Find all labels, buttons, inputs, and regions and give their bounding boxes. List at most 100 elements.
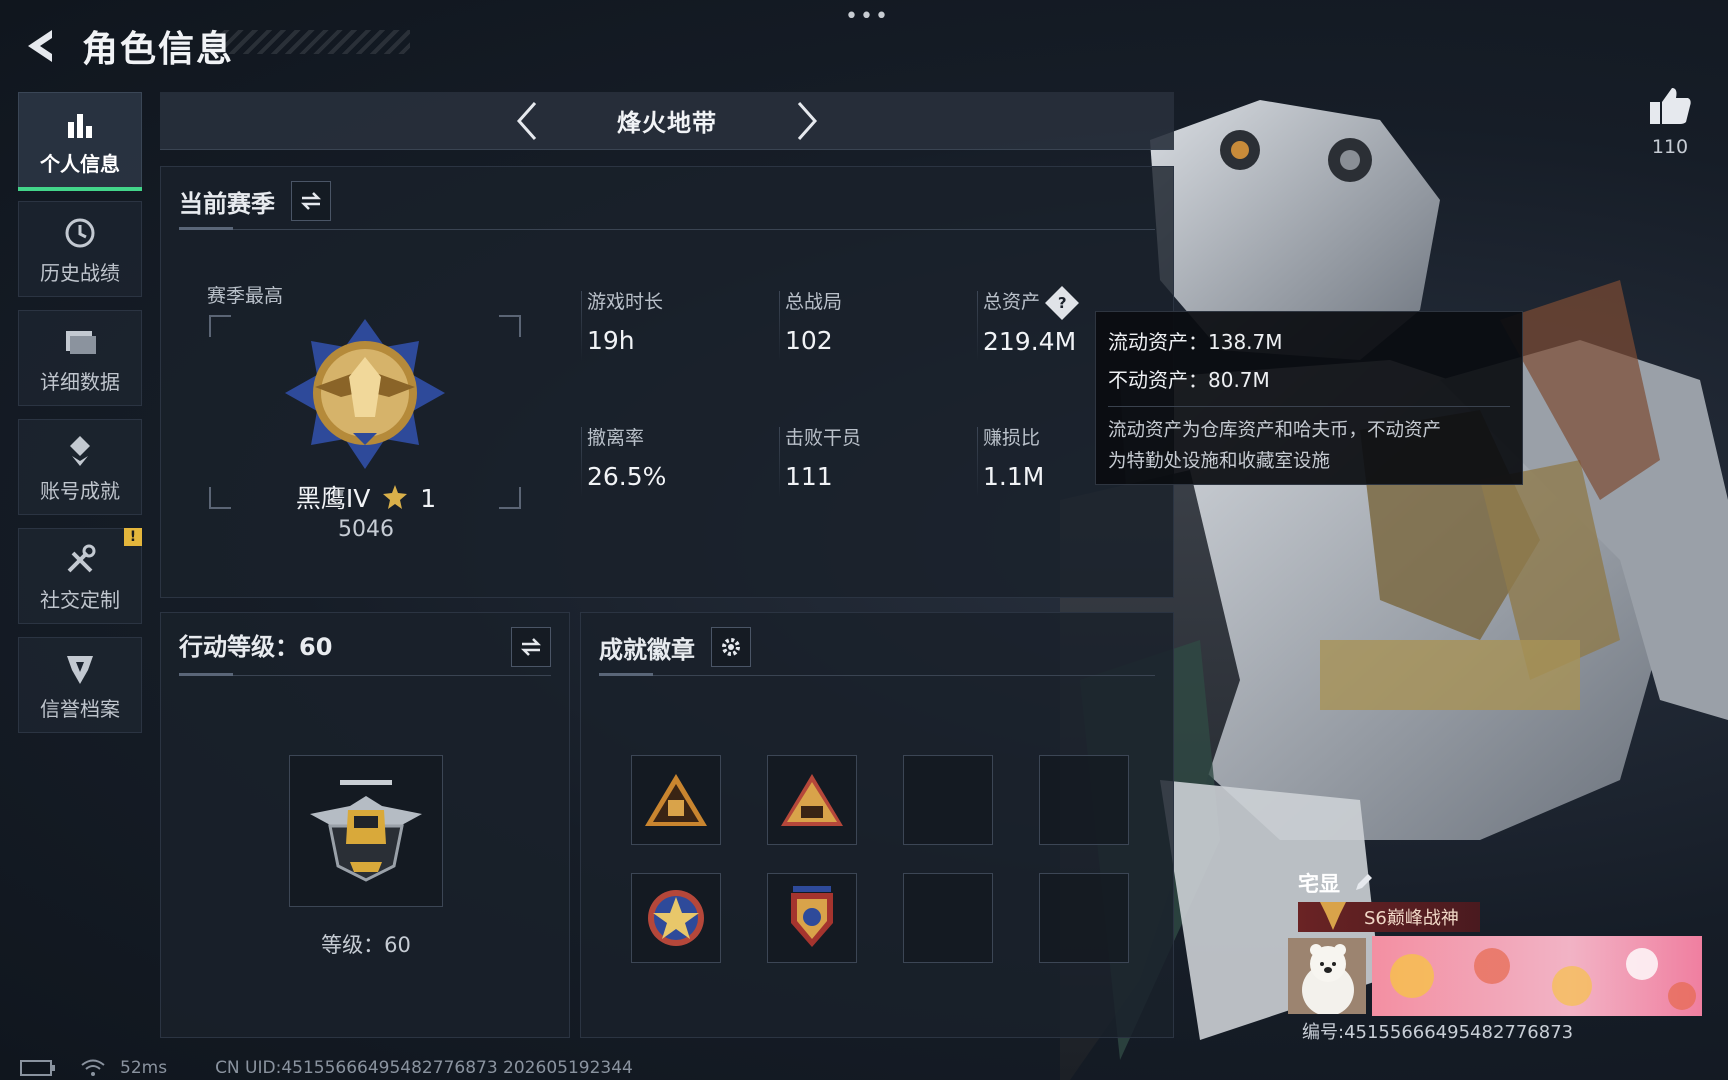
- empty-badge-slot[interactable]: [1039, 873, 1129, 963]
- status-bar: 52ms CN UID:451556664954827768​73 202605…: [20, 1058, 633, 1078]
- assets-tooltip: 流动资产：138.7M 不动资产：80.7M 流动资产为仓库资产和哈夫币，不动资…: [1095, 311, 1523, 485]
- sidebar-item-personal-info[interactable]: 个人信息: [18, 92, 142, 191]
- stat-label: 游戏时长: [587, 291, 664, 313]
- name-card-background: [1372, 936, 1702, 1016]
- stat-total-matches: 总战局 102: [778, 287, 843, 361]
- stat-label: 总资产: [983, 291, 1041, 313]
- action-level-title: 行动等级：60: [179, 633, 333, 661]
- stat-value: 219.4M: [983, 326, 1077, 356]
- stat-value: 1.1M: [983, 462, 1045, 491]
- folder-icon: [63, 322, 97, 362]
- stat-label: 总战局: [785, 291, 843, 313]
- swap-icon: [300, 192, 322, 210]
- shield-icon: [64, 649, 96, 689]
- sidebar-item-social-custom[interactable]: ! 社交定制: [18, 528, 142, 624]
- stat-label: 撤离率: [587, 427, 645, 449]
- stat-label: 赚损比: [983, 427, 1041, 449]
- rank-eagle-emblem-icon: [285, 319, 445, 469]
- stat-value: 111: [785, 462, 833, 491]
- sidebar-item-history[interactable]: 历史战绩: [18, 201, 142, 297]
- player-id: 编号:451556664954827768​73: [1302, 1022, 1574, 1043]
- page-header: 角色信息: [18, 16, 234, 76]
- tooltip-fixed-assets: 不动资产：80.7M: [1108, 368, 1270, 392]
- s6-triangle-badge-icon: [781, 774, 843, 826]
- sidebar-item-label: 信誉档案: [40, 696, 120, 721]
- stat-profit-loss-ratio: 赚损比 1.1M: [976, 423, 1045, 497]
- player-avatar[interactable]: [1288, 938, 1366, 1014]
- badge-slot[interactable]: [767, 755, 857, 845]
- season-title: 当前赛季: [179, 189, 275, 218]
- achievement-title: 成就徽章: [599, 635, 695, 664]
- sidebar-item-label: 账号成就: [40, 478, 120, 503]
- bar-chart-icon: [64, 104, 96, 144]
- stat-total-assets: 总资产? 219.4M: [976, 285, 1079, 361]
- current-season-panel: 当前赛季 赛季最高 黑鹰IV 1 5046 游戏时长 19h 总战局 102 总…: [160, 166, 1174, 598]
- level-emblem-frame: [289, 755, 443, 907]
- rank-name: 黑鹰IV: [295, 484, 371, 513]
- battery-icon: [20, 1060, 55, 1076]
- more-dots-icon[interactable]: •••: [845, 4, 890, 29]
- divider: [179, 227, 1155, 230]
- next-mode-chevron-right-icon[interactable]: [787, 96, 827, 146]
- level-value-text: 等级：60: [321, 933, 411, 957]
- player-name: 宅显: [1298, 872, 1340, 896]
- stat-operators-defeated: 击败干员 111: [778, 423, 862, 497]
- sidebar: 个人信息 历史战绩 详细数据 账号成就 ! 社交定制 信誉档案: [18, 92, 144, 746]
- thumbs-up-icon: [1650, 88, 1691, 124]
- wifi-icon: [81, 1059, 105, 1076]
- stat-label: 击败干员: [785, 427, 862, 449]
- edit-pencil-icon[interactable]: [1352, 872, 1374, 894]
- swap-icon: [520, 638, 542, 656]
- like-button[interactable]: 110: [1640, 86, 1700, 158]
- rank-stars: 1: [420, 484, 437, 513]
- sidebar-item-account-achievement[interactable]: 账号成就: [18, 419, 142, 515]
- stat-value: 19h: [587, 326, 635, 355]
- stat-label-row: 总资产?: [983, 285, 1079, 320]
- badge-slot[interactable]: [631, 755, 721, 845]
- badge-slot[interactable]: [767, 873, 857, 963]
- gear-icon: [722, 638, 740, 656]
- empty-badge-slot[interactable]: [903, 873, 993, 963]
- divider: [599, 673, 1155, 676]
- tools-icon: [63, 540, 97, 580]
- badge-settings-button[interactable]: [711, 627, 751, 667]
- sidebar-item-detail-data[interactable]: 详细数据: [18, 310, 142, 406]
- sidebar-item-label: 个人信息: [40, 151, 120, 176]
- tooltip-description-line: 为特勤处设施和收藏室设施: [1108, 451, 1331, 472]
- empty-badge-slot[interactable]: [1039, 755, 1129, 845]
- player-card: 宅显 S6巅峰战神 编号:451556664954827768​73: [1286, 862, 1706, 1043]
- player-title-badge: S6巅峰战神: [1298, 902, 1480, 932]
- rank-name-row: 黑鹰IV 1: [221, 479, 511, 515]
- prev-mode-chevron-left-icon[interactable]: [507, 96, 547, 146]
- stat-value: 26.5%: [587, 462, 667, 491]
- tooltip-liquid-assets: 流动资产：138.7M: [1108, 330, 1283, 354]
- star-medal-badge-icon: [648, 890, 704, 946]
- helicopter-emblem-icon: [310, 780, 422, 882]
- help-question-icon[interactable]: ?: [1045, 285, 1079, 320]
- stat-play-time: 游戏时长 19h: [580, 287, 664, 361]
- title-emblem-icon: [1320, 902, 1346, 930]
- divider: [1108, 406, 1510, 407]
- triangle-badge-icon: [645, 774, 707, 826]
- back-arrow-icon[interactable]: [18, 24, 62, 68]
- tooltip-description-line: 流动资产为仓库资产和哈夫币，不动资产: [1108, 420, 1442, 441]
- switch-level-button[interactable]: [511, 627, 551, 667]
- player-title-text: S6巅峰战神: [1364, 908, 1459, 929]
- rank-score: 5046: [338, 517, 394, 542]
- sidebar-item-label: 社交定制: [40, 587, 120, 612]
- badge-slot[interactable]: [631, 873, 721, 963]
- switch-season-button[interactable]: [291, 181, 331, 221]
- empty-badge-slot[interactable]: [903, 755, 993, 845]
- sidebar-item-credit-record[interactable]: 信誉档案: [18, 637, 142, 733]
- stat-value: 102: [785, 326, 833, 355]
- achievement-badges-panel: 成就徽章: [580, 612, 1174, 1038]
- action-level-panel: 行动等级：60 等级：60: [160, 612, 570, 1038]
- uid-text: CN UID:451556664954827768​73 20260519234…: [215, 1058, 633, 1078]
- stat-extraction-rate: 撤离率 26.5%: [580, 423, 667, 497]
- alert-badge: !: [124, 528, 142, 546]
- divider: [179, 673, 551, 676]
- history-icon: [63, 213, 97, 253]
- title-decoration: [210, 30, 410, 54]
- ping-value: 52ms: [120, 1058, 168, 1078]
- sidebar-item-label: 详细数据: [40, 369, 120, 394]
